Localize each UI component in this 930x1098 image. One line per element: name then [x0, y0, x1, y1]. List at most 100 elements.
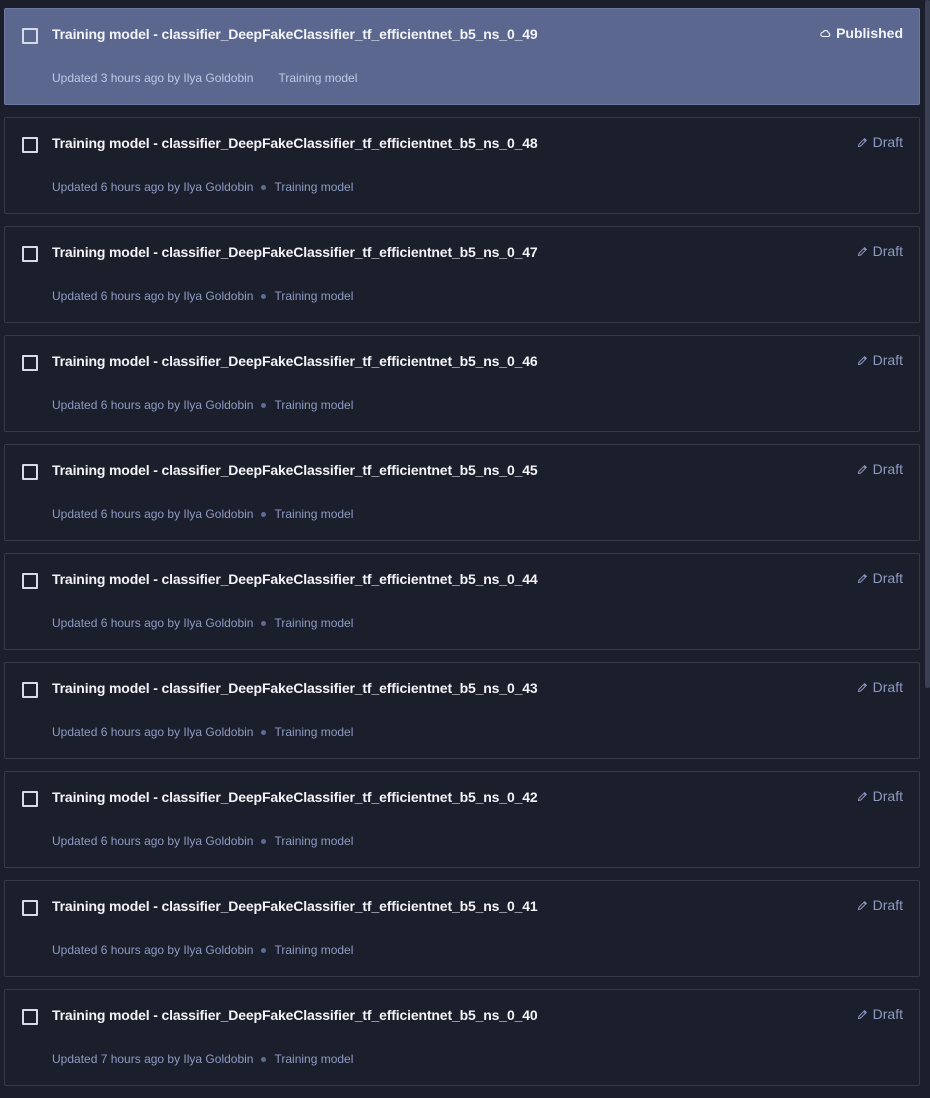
select-checkbox[interactable]: [22, 28, 38, 44]
item-title[interactable]: Training model - classifier_DeepFakeClas…: [52, 1007, 538, 1023]
status-badge: Draft: [857, 134, 903, 150]
status-badge: Draft: [857, 461, 903, 477]
separator-dot: [263, 76, 268, 81]
item-type: Training model: [274, 725, 354, 739]
item-title[interactable]: Training model - classifier_DeepFakeClas…: [52, 571, 538, 587]
list-item[interactable]: Training model - classifier_DeepFakeClas…: [4, 117, 920, 214]
item-meta: Updated 6 hours ago by Ilya Goldobin Tra…: [52, 725, 353, 739]
pencil-icon: [857, 464, 868, 475]
separator-dot: [261, 511, 267, 517]
item-type: Training model: [274, 398, 354, 412]
pencil-icon: [857, 355, 868, 366]
pencil-icon: [857, 900, 868, 911]
list-item[interactable]: Training model - classifier_DeepFakeClas…: [4, 771, 920, 868]
pencil-icon: [857, 791, 868, 802]
separator-dot: [261, 293, 267, 299]
scrollbar-track[interactable]: [925, 0, 930, 1087]
item-meta: Updated 6 hours ago by Ilya Goldobin Tra…: [52, 180, 353, 194]
item-title[interactable]: Training model - classifier_DeepFakeClas…: [52, 789, 538, 805]
item-meta: Updated 6 hours ago by Ilya Goldobin Tra…: [52, 943, 353, 957]
item-meta: Updated 3 hours ago by Ilya Goldobin Tra…: [52, 71, 357, 85]
status-label: Draft: [872, 897, 903, 913]
notebook-list: Training model - classifier_DeepFakeClas…: [4, 8, 920, 1098]
item-meta: Updated 6 hours ago by Ilya Goldobin Tra…: [52, 289, 353, 303]
pencil-icon: [857, 573, 868, 584]
item-title[interactable]: Training model - classifier_DeepFakeClas…: [52, 680, 538, 696]
item-type: Training model: [274, 834, 354, 848]
item-type: Training model: [274, 616, 354, 630]
separator-dot: [261, 729, 267, 735]
separator-dot: [261, 620, 267, 626]
updated-text: Updated 7 hours ago by Ilya Goldobin: [52, 1052, 254, 1066]
pencil-icon: [857, 1009, 868, 1020]
list-item[interactable]: Training model - classifier_DeepFakeClas…: [4, 880, 920, 977]
updated-text: Updated 6 hours ago by Ilya Goldobin: [52, 398, 254, 412]
status-badge: Draft: [857, 1006, 903, 1022]
updated-text: Updated 6 hours ago by Ilya Goldobin: [52, 725, 254, 739]
pencil-icon: [857, 682, 868, 693]
list-item[interactable]: Training model - classifier_DeepFakeClas…: [4, 989, 920, 1086]
separator-dot: [261, 838, 267, 844]
status-label: Draft: [872, 788, 903, 804]
status-label: Draft: [872, 1006, 903, 1022]
select-checkbox[interactable]: [22, 464, 38, 480]
updated-text: Updated 6 hours ago by Ilya Goldobin: [52, 507, 254, 521]
separator-dot: [261, 947, 267, 953]
status-badge: Draft: [857, 570, 903, 586]
updated-text: Updated 6 hours ago by Ilya Goldobin: [52, 180, 254, 194]
list-item[interactable]: Training model - classifier_DeepFakeClas…: [4, 662, 920, 759]
select-checkbox[interactable]: [22, 900, 38, 916]
status-badge: Draft: [857, 352, 903, 368]
item-title[interactable]: Training model - classifier_DeepFakeClas…: [52, 26, 538, 42]
status-label: Draft: [872, 134, 903, 150]
status-badge: Draft: [857, 788, 903, 804]
updated-text: Updated 6 hours ago by Ilya Goldobin: [52, 834, 254, 848]
select-checkbox[interactable]: [22, 573, 38, 589]
updated-text: Updated 6 hours ago by Ilya Goldobin: [52, 289, 254, 303]
updated-text: Updated 6 hours ago by Ilya Goldobin: [52, 616, 254, 630]
updated-text: Updated 6 hours ago by Ilya Goldobin: [52, 943, 254, 957]
list-item[interactable]: Training model - classifier_DeepFakeClas…: [4, 553, 920, 650]
list-item[interactable]: Training model - classifier_DeepFakeClas…: [4, 8, 920, 105]
select-checkbox[interactable]: [22, 355, 38, 371]
updated-text: Updated 3 hours ago by Ilya Goldobin: [52, 71, 254, 85]
status-badge: Draft: [857, 897, 903, 913]
separator-dot: [261, 402, 267, 408]
item-meta: Updated 6 hours ago by Ilya Goldobin Tra…: [52, 616, 353, 630]
item-title[interactable]: Training model - classifier_DeepFakeClas…: [52, 244, 538, 260]
item-type: Training model: [278, 71, 358, 85]
item-title[interactable]: Training model - classifier_DeepFakeClas…: [52, 353, 538, 369]
list-item[interactable]: Training model - classifier_DeepFakeClas…: [4, 335, 920, 432]
select-checkbox[interactable]: [22, 246, 38, 262]
separator-dot: [261, 184, 267, 190]
select-checkbox[interactable]: [22, 682, 38, 698]
select-checkbox[interactable]: [22, 1009, 38, 1025]
status-label: Published: [836, 25, 903, 41]
item-type: Training model: [274, 1052, 354, 1066]
status-label: Draft: [872, 243, 903, 259]
item-title[interactable]: Training model - classifier_DeepFakeClas…: [52, 462, 538, 478]
status-badge: Draft: [857, 679, 903, 695]
item-meta: Updated 7 hours ago by Ilya Goldobin Tra…: [52, 1052, 353, 1066]
separator-dot: [261, 1056, 267, 1062]
select-checkbox[interactable]: [22, 791, 38, 807]
pencil-icon: [857, 137, 868, 148]
item-meta: Updated 6 hours ago by Ilya Goldobin Tra…: [52, 834, 353, 848]
status-badge: Draft: [857, 243, 903, 259]
item-type: Training model: [274, 943, 354, 957]
item-type: Training model: [274, 289, 354, 303]
select-checkbox[interactable]: [22, 137, 38, 153]
status-label: Draft: [872, 461, 903, 477]
scrollbar-thumb[interactable]: [925, 0, 930, 688]
item-meta: Updated 6 hours ago by Ilya Goldobin Tra…: [52, 398, 353, 412]
item-type: Training model: [274, 180, 354, 194]
status-label: Draft: [872, 352, 903, 368]
status-badge: Published: [820, 25, 903, 41]
list-item[interactable]: Training model - classifier_DeepFakeClas…: [4, 444, 920, 541]
item-title[interactable]: Training model - classifier_DeepFakeClas…: [52, 135, 538, 151]
status-label: Draft: [872, 570, 903, 586]
list-item[interactable]: Training model - classifier_DeepFakeClas…: [4, 226, 920, 323]
pencil-icon: [857, 246, 868, 257]
item-title[interactable]: Training model - classifier_DeepFakeClas…: [52, 898, 538, 914]
cloud-icon: [820, 29, 831, 38]
